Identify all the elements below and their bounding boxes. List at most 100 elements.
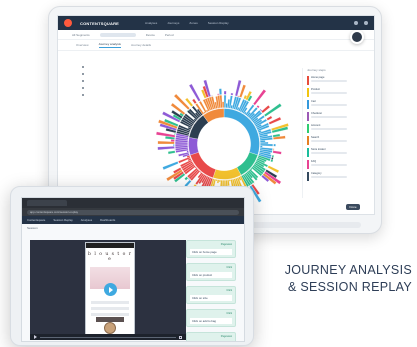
fullscreen-icon[interactable]: [179, 335, 182, 339]
panel-item-label: Category: [311, 172, 322, 175]
panel-item[interactable]: Home page: [307, 76, 364, 88]
segment-filter[interactable]: All Segments: [72, 33, 90, 37]
sunburst-outer-segment[interactable]: [167, 150, 176, 155]
done-button[interactable]: Done: [346, 204, 360, 210]
avatar[interactable]: [350, 30, 364, 44]
menu-item[interactable]: Journeys: [167, 21, 179, 25]
event-card[interactable]: Pageview Click on cart: [186, 332, 236, 342]
sunburst-outer-segment[interactable]: [221, 101, 225, 108]
event-card[interactable]: Click Click on size: [186, 286, 236, 304]
sunburst-outer-segment[interactable]: [270, 159, 274, 163]
sunburst-outer-segment[interactable]: [173, 143, 175, 147]
top-right-icons: [354, 21, 368, 25]
sunburst-outer-segment[interactable]: [184, 176, 189, 181]
settings-icon[interactable]: [364, 21, 368, 25]
sunburst-outer-segment[interactable]: [273, 143, 276, 147]
color-swatch: [307, 112, 309, 121]
sunburst-outer-segment[interactable]: [191, 98, 197, 105]
tool-dot[interactable]: [82, 66, 84, 68]
sunburst-inner-segment[interactable]: [188, 137, 199, 156]
url-field[interactable]: app.contentsquare.com/session-replay: [27, 209, 239, 215]
tool-dot[interactable]: [82, 80, 84, 82]
sunburst-outer-segment[interactable]: [218, 88, 222, 95]
color-swatch: [307, 172, 309, 181]
panel-item-sub: [311, 164, 347, 166]
nav-item[interactable]: Analyses: [81, 218, 92, 222]
sunburst-outer-segment[interactable]: [174, 148, 176, 151]
sunburst-outer-segment[interactable]: [252, 89, 267, 106]
panel-item[interactable]: Category: [307, 172, 364, 184]
panel-item[interactable]: Checkout: [307, 112, 364, 124]
sunburst-outer-segment[interactable]: [266, 115, 273, 121]
sunburst-outer-segment[interactable]: [188, 83, 201, 102]
sunburst-outer-segment[interactable]: [237, 95, 240, 98]
tab-overview[interactable]: Overview: [76, 43, 89, 47]
session-info: Session: [22, 224, 244, 232]
event-tag: Click: [226, 266, 232, 269]
sunburst-outer-segment[interactable]: [272, 148, 275, 151]
sunburst-outer-segment[interactable]: [256, 105, 260, 109]
sunburst-outer-segment[interactable]: [210, 95, 214, 97]
tool-dot[interactable]: [82, 73, 84, 75]
sunburst-outer-segment[interactable]: [272, 150, 282, 155]
sunburst-outer-segment[interactable]: [157, 146, 175, 151]
sunburst-outer-segment[interactable]: [223, 90, 227, 95]
menu-item[interactable]: Analyses: [145, 21, 157, 25]
event-tag: Click: [226, 312, 232, 315]
browser-tab[interactable]: [27, 200, 67, 206]
sunburst-outer-segment[interactable]: [260, 141, 269, 145]
panel-item[interactable]: Cart: [307, 100, 364, 112]
color-swatch: [307, 124, 309, 133]
event-card[interactable]: Click Click on add to bag: [186, 309, 236, 327]
nav-item[interactable]: Contentsquare: [27, 218, 45, 222]
panel-list: Home page Product Cart Checkout Account Searc…: [307, 76, 364, 184]
feature-caption: JOURNEY ANALYSIS & SESSION REPLAY: [262, 262, 412, 296]
nav-item[interactable]: Dashboards: [100, 218, 115, 222]
menu-item[interactable]: Session Replay: [208, 21, 229, 25]
logo-icon: [64, 19, 72, 27]
panel-item-sub: [311, 92, 347, 94]
panel-item[interactable]: Search: [307, 136, 364, 148]
panel-item[interactable]: FAQ: [307, 160, 364, 172]
panel-item[interactable]: Store locator: [307, 148, 364, 160]
session-label: Session: [27, 226, 38, 230]
play-icon[interactable]: [104, 283, 117, 296]
replay-app-bar: Contentsquare Session Replay Analyses Da…: [22, 216, 244, 224]
replay-player[interactable]: b l o u s t o r e: [30, 240, 186, 340]
tab-journey-details[interactable]: Journey details: [131, 43, 151, 47]
sunburst-outer-segment[interactable]: [174, 132, 176, 136]
app-top-bar: CONTENTSQUARE Analyses Journeys Zones Se…: [58, 16, 374, 30]
tool-dot[interactable]: [82, 94, 84, 96]
tool-dot[interactable]: [82, 87, 84, 89]
panel-item-label: Store locator: [311, 148, 326, 151]
caption-line-1: JOURNEY ANALYSIS: [284, 263, 412, 277]
panel-item[interactable]: Product: [307, 88, 364, 100]
panel-item-label: FAQ: [311, 160, 317, 163]
event-card[interactable]: Click Click on product: [186, 263, 236, 281]
caption-line-2: & SESSION REPLAY: [287, 280, 412, 294]
filter-pill[interactable]: [99, 32, 136, 37]
sunburst-outer-segment[interactable]: [162, 161, 179, 171]
device-filter[interactable]: Device: [146, 33, 155, 37]
play-small-icon[interactable]: [34, 335, 37, 339]
nav-item[interactable]: Session Replay: [53, 218, 72, 222]
panel-item-label: Cart: [311, 100, 316, 103]
menu-item[interactable]: Zones: [189, 21, 197, 25]
panel-item[interactable]: Account: [307, 124, 364, 136]
period-filter[interactable]: Period: [165, 33, 174, 37]
event-text: Click on cart: [190, 341, 232, 342]
tab-journey-analysis[interactable]: Journey analysis: [98, 42, 121, 48]
sunburst-inner-segment[interactable]: [212, 167, 242, 180]
top-menu: Analyses Journeys Zones Session Replay: [145, 21, 229, 25]
panel-item-sub: [311, 128, 347, 130]
sunburst-outer-segment[interactable]: [202, 98, 205, 100]
color-swatch: [307, 148, 309, 157]
notification-icon[interactable]: [354, 21, 358, 25]
event-card[interactable]: Pageview Click on home page: [186, 240, 236, 258]
panel-item-sub: [311, 140, 347, 142]
panel-item-sub: [311, 116, 347, 118]
timeline-track[interactable]: [40, 336, 176, 338]
sunburst-outer-segment[interactable]: [217, 93, 220, 96]
sunburst-outer-segment[interactable]: [230, 92, 234, 96]
journey-analysis-screen: CONTENTSQUARE Analyses Journeys Zones Se…: [57, 15, 375, 215]
